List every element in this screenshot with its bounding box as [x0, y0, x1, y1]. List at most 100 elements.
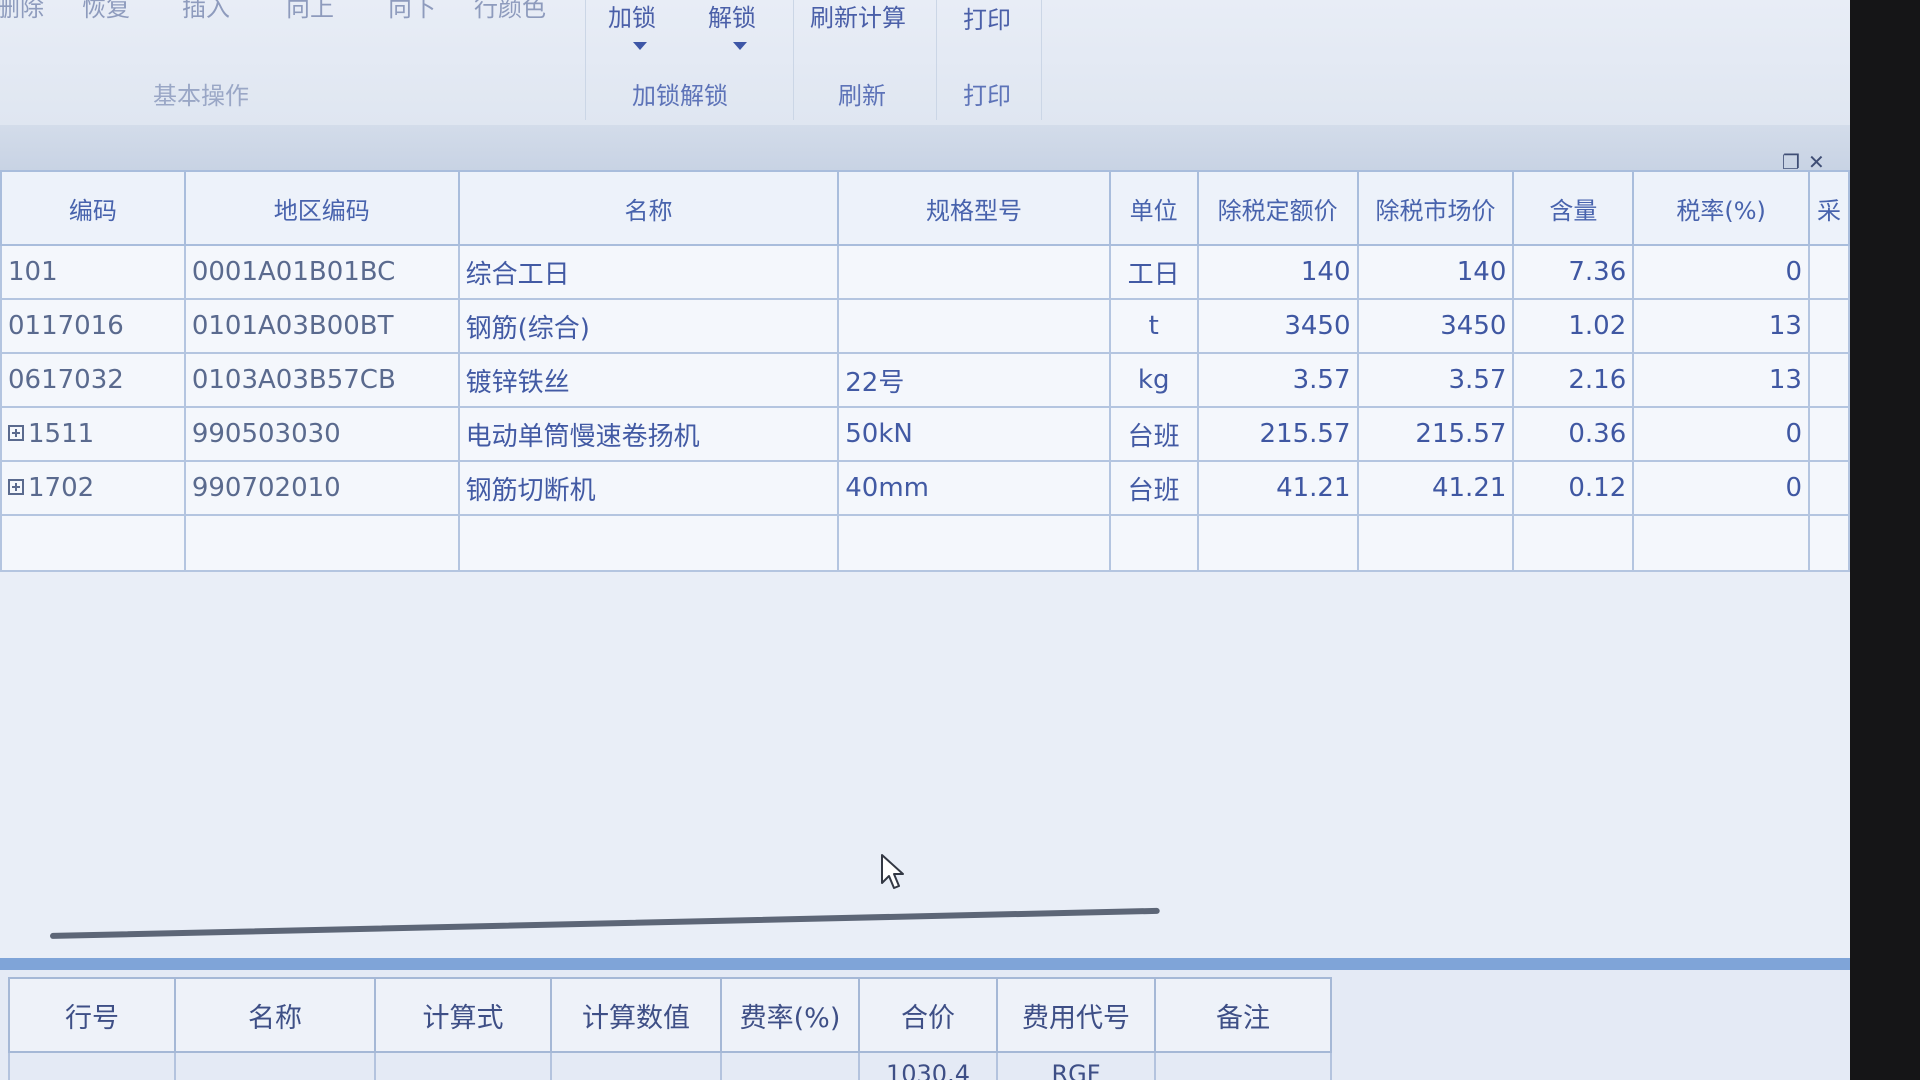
empty-cell[interactable]	[1807, 514, 1850, 572]
delete-button[interactable]: 删除	[0, 0, 44, 23]
fee-cell[interactable]	[174, 1051, 376, 1080]
col-header-spec[interactable]: 规格型号	[837, 170, 1111, 246]
col-header-truncated[interactable]: 采	[1807, 170, 1850, 246]
col-header-code[interactable]: 编码	[0, 170, 186, 246]
empty-cell[interactable]	[457, 514, 840, 572]
cell-tax-rate[interactable]: 13	[1632, 352, 1810, 408]
cell-tax-rate[interactable]: 0	[1632, 406, 1810, 462]
empty-cell[interactable]	[1512, 514, 1635, 572]
cell-code[interactable]: 0117016	[0, 298, 186, 354]
cell-unit[interactable]: 工日	[1108, 244, 1199, 300]
cell-truncated[interactable]	[1807, 352, 1850, 408]
cell-spec[interactable]	[837, 244, 1111, 300]
print-button[interactable]: 打印	[963, 0, 1011, 35]
cell-quota-price[interactable]: 215.57	[1196, 406, 1359, 462]
fee-col-rate[interactable]: 费率(%)	[720, 977, 860, 1053]
move-up-button[interactable]: 向上	[286, 0, 334, 23]
panel-splitter[interactable]	[0, 958, 1850, 970]
cell-content[interactable]: 0.12	[1512, 460, 1635, 516]
col-header-name[interactable]: 名称	[457, 170, 840, 246]
table-row[interactable]: 0617032 0103A03B57CB 镀锌铁丝 22号 kg 3.57 3.…	[0, 352, 1850, 408]
cell-spec[interactable]	[837, 298, 1111, 354]
expand-plus-icon[interactable]	[8, 478, 24, 495]
cell-content[interactable]: 1.02	[1512, 298, 1635, 354]
unlock-button[interactable]: 解锁	[708, 0, 756, 33]
cell-code-expandable[interactable]: 1702	[0, 460, 186, 516]
cell-name[interactable]: 钢筋切断机	[457, 460, 840, 516]
col-header-unit[interactable]: 单位	[1108, 170, 1199, 246]
restore-button[interactable]: 恢复	[82, 0, 130, 23]
fee-cell-code[interactable]: RGF	[996, 1051, 1156, 1080]
cell-code-expandable[interactable]: 1511	[0, 406, 186, 462]
row-color-button[interactable]: 行颜色	[474, 0, 546, 23]
cell-quota-price[interactable]: 41.21	[1196, 460, 1359, 516]
cell-unit[interactable]: t	[1108, 298, 1199, 354]
col-header-quota-price[interactable]: 除税定额价	[1196, 170, 1359, 246]
fee-col-calc-value[interactable]: 计算数值	[550, 977, 722, 1053]
cell-quota-price[interactable]: 3.57	[1196, 352, 1359, 408]
table-row[interactable]: 1511 990503030 电动单筒慢速卷扬机 50kN 台班 215.57 …	[0, 406, 1850, 462]
fee-cell-total[interactable]: 1030.4	[858, 1051, 998, 1080]
cell-code[interactable]: 101	[0, 244, 186, 300]
cell-region-code[interactable]: 0101A03B00BT	[183, 298, 460, 354]
fee-cell[interactable]	[720, 1051, 860, 1080]
empty-cell[interactable]	[0, 514, 186, 572]
cell-market-price[interactable]: 3.57	[1356, 352, 1515, 408]
fee-cell[interactable]	[374, 1051, 552, 1080]
horizontal-scrollbar[interactable]	[49, 907, 1160, 939]
cell-spec[interactable]: 50kN	[837, 406, 1111, 462]
refresh-calc-button[interactable]: 刷新计算	[810, 0, 906, 33]
cell-content[interactable]: 2.16	[1512, 352, 1635, 408]
unlock-dropdown-icon[interactable]	[733, 42, 747, 50]
cell-quota-price[interactable]: 3450	[1196, 298, 1359, 354]
cell-tax-rate[interactable]: 0	[1632, 244, 1810, 300]
fee-col-name[interactable]: 名称	[174, 977, 376, 1053]
cell-unit[interactable]: kg	[1108, 352, 1199, 408]
cell-truncated[interactable]	[1807, 460, 1850, 516]
cell-content[interactable]: 7.36	[1512, 244, 1635, 300]
empty-cell[interactable]	[183, 514, 460, 572]
cell-name[interactable]: 钢筋(综合)	[457, 298, 840, 354]
fee-col-formula[interactable]: 计算式	[374, 977, 552, 1053]
empty-cell[interactable]	[1196, 514, 1359, 572]
cell-region-code[interactable]: 0001A01B01BC	[183, 244, 460, 300]
lock-button[interactable]: 加锁	[608, 0, 656, 33]
cell-truncated[interactable]	[1807, 244, 1850, 300]
fee-col-total[interactable]: 合价	[858, 977, 998, 1053]
cell-market-price[interactable]: 215.57	[1356, 406, 1515, 462]
cell-region-code[interactable]: 0103A03B57CB	[183, 352, 460, 408]
empty-cell[interactable]	[1632, 514, 1810, 572]
cell-truncated[interactable]	[1807, 406, 1850, 462]
cell-tax-rate[interactable]: 13	[1632, 298, 1810, 354]
cell-tax-rate[interactable]: 0	[1632, 460, 1810, 516]
cell-region-code[interactable]: 990702010	[183, 460, 460, 516]
col-header-region-code[interactable]: 地区编码	[183, 170, 460, 246]
cell-spec[interactable]: 22号	[837, 352, 1111, 408]
fee-row[interactable]: 1030.4 RGF	[8, 1051, 1332, 1080]
expand-plus-icon[interactable]	[8, 424, 24, 441]
cell-market-price[interactable]: 3450	[1356, 298, 1515, 354]
cell-truncated[interactable]	[1807, 298, 1850, 354]
cell-name[interactable]: 镀锌铁丝	[457, 352, 840, 408]
col-header-market-price[interactable]: 除税市场价	[1356, 170, 1515, 246]
cell-market-price[interactable]: 140	[1356, 244, 1515, 300]
cell-content[interactable]: 0.36	[1512, 406, 1635, 462]
table-row[interactable]: 1702 990702010 钢筋切断机 40mm 台班 41.21 41.21…	[0, 460, 1850, 516]
table-row[interactable]: 0117016 0101A03B00BT 钢筋(综合) t 3450 3450 …	[0, 298, 1850, 354]
cell-spec[interactable]: 40mm	[837, 460, 1111, 516]
cell-unit[interactable]: 台班	[1108, 460, 1199, 516]
insert-button[interactable]: 插入	[182, 0, 230, 23]
fee-cell[interactable]	[8, 1051, 176, 1080]
cell-quota-price[interactable]: 140	[1196, 244, 1359, 300]
empty-cell[interactable]	[837, 514, 1111, 572]
cell-market-price[interactable]: 41.21	[1356, 460, 1515, 516]
empty-cell[interactable]	[1356, 514, 1515, 572]
cell-name[interactable]: 电动单筒慢速卷扬机	[457, 406, 840, 462]
cell-unit[interactable]: 台班	[1108, 406, 1199, 462]
fee-cell[interactable]	[550, 1051, 722, 1080]
fee-col-row-no[interactable]: 行号	[8, 977, 176, 1053]
col-header-tax-rate[interactable]: 税率(%)	[1632, 170, 1810, 246]
table-row-empty[interactable]	[0, 514, 1850, 572]
move-down-button[interactable]: 向下	[388, 0, 436, 23]
fee-col-remark[interactable]: 备注	[1154, 977, 1332, 1053]
